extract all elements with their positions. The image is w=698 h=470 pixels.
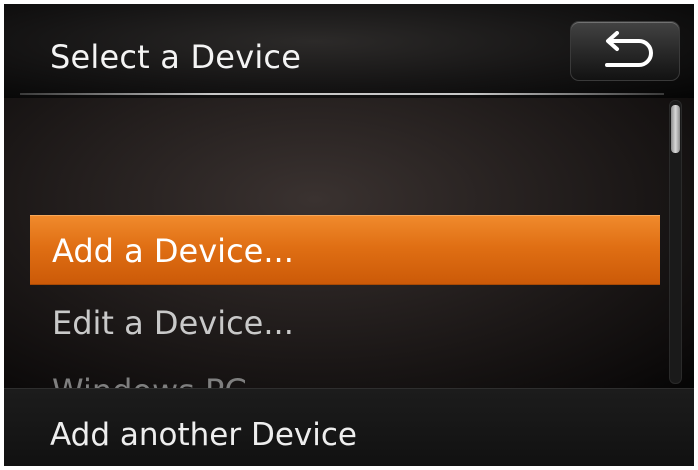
list-scrollbar[interactable]: [669, 100, 682, 384]
header-divider: [20, 93, 664, 95]
device-list: Add a Device... Edit a Device... Windows…: [4, 98, 694, 388]
return-arrow-icon: [605, 31, 653, 67]
list-item-add-device[interactable]: Add a Device...: [30, 215, 660, 285]
camera-screen: Select a Device Add a Device... Edit a D…: [4, 4, 694, 466]
list-item-edit-device[interactable]: Edit a Device...: [30, 288, 660, 358]
list-item-empty[interactable]: [30, 110, 660, 202]
back-button[interactable]: [570, 21, 680, 81]
list-item-windows-pc[interactable]: Windows PC: [30, 356, 660, 388]
page-title: Select a Device: [50, 38, 302, 76]
header-bar: Select a Device: [4, 4, 694, 98]
footer-hint: Add another Device: [4, 388, 694, 466]
footer-text: Add another Device: [50, 417, 357, 453]
scroll-thumb[interactable]: [671, 105, 680, 153]
